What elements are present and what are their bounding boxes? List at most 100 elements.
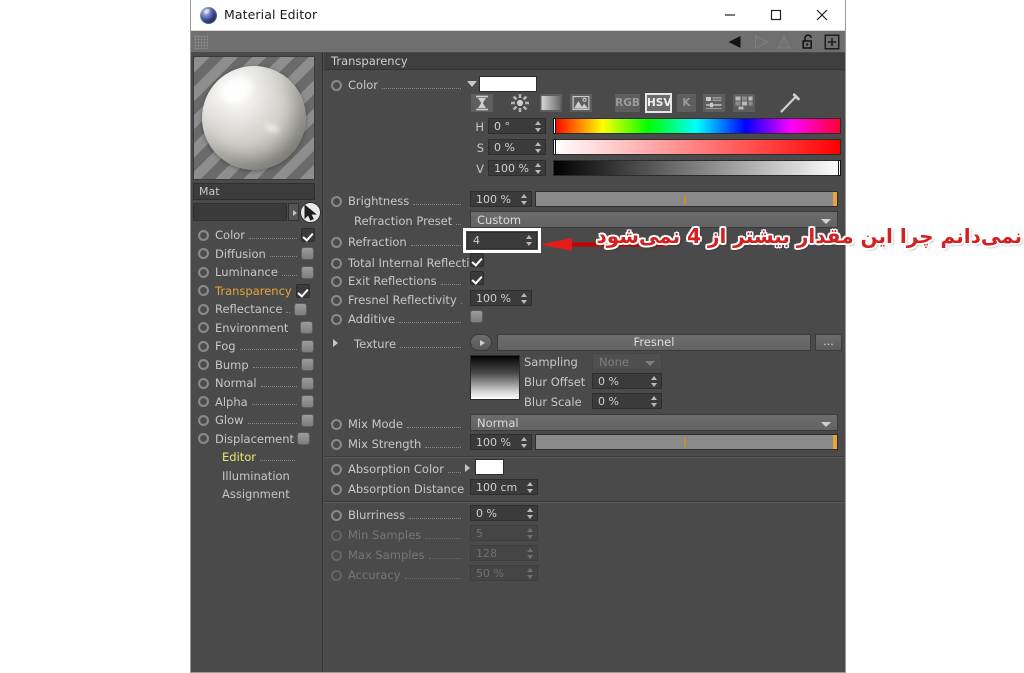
absorption-color-swatch[interactable] (475, 459, 504, 475)
expand-triangle-icon[interactable] (465, 464, 470, 472)
channel-checkbox[interactable] (301, 358, 314, 372)
spinner-icon[interactable] (651, 376, 658, 387)
unlock-icon[interactable] (798, 33, 817, 51)
tree-icon[interactable] (774, 33, 793, 51)
channel-radio-icon[interactable] (198, 266, 209, 278)
channel-row-reflectance[interactable]: Reflectance (191, 300, 323, 319)
maximize-button[interactable] (753, 0, 799, 30)
material-preview[interactable] (193, 56, 315, 180)
channel-radio-icon[interactable] (198, 433, 209, 445)
channel-row-fog[interactable]: Fog (191, 337, 323, 356)
spinner-icon[interactable] (521, 293, 528, 304)
texture-browse-button[interactable]: ... (815, 334, 842, 351)
image-icon[interactable] (569, 93, 593, 113)
spinner-icon[interactable] (535, 142, 542, 153)
search-dropdown-button[interactable] (288, 203, 299, 221)
mixer-icon[interactable] (702, 93, 726, 113)
eyedropper-icon[interactable] (776, 93, 804, 113)
blurriness-input[interactable]: 0 % (470, 505, 538, 521)
animate-radio-icon[interactable] (331, 294, 342, 306)
color-swatch[interactable] (479, 76, 537, 92)
back-arrow-icon[interactable] (726, 33, 745, 51)
spinner-icon[interactable] (521, 437, 528, 448)
blur-scale-input[interactable]: 0 % (592, 393, 662, 409)
channel-row-glow[interactable]: Glow (191, 411, 323, 430)
channel-row-color[interactable]: Color (191, 226, 323, 245)
hue-input[interactable]: 0 ° (488, 118, 546, 134)
absorption-distance-input[interactable]: 100 cm (470, 479, 538, 495)
animate-radio-icon[interactable] (331, 257, 342, 269)
channel-radio-icon[interactable] (198, 396, 209, 408)
channel-checkbox[interactable] (300, 321, 314, 335)
chevron-down-icon[interactable] (467, 81, 477, 87)
channel-checkbox[interactable] (301, 228, 315, 243)
material-name-field[interactable]: Mat (193, 183, 315, 200)
channel-checkbox[interactable] (301, 339, 314, 353)
range-icon[interactable] (470, 93, 494, 113)
search-input[interactable] (193, 203, 287, 221)
channel-row-luminance[interactable]: Luminance (191, 263, 323, 282)
animate-radio-icon[interactable] (331, 463, 342, 475)
animate-radio-icon[interactable] (331, 483, 342, 495)
minimize-button[interactable] (707, 0, 753, 30)
animate-radio-icon[interactable] (331, 275, 342, 287)
tir-checkbox[interactable] (470, 253, 484, 267)
channel-row-normal[interactable]: Normal (191, 374, 323, 393)
blur-offset-input[interactable]: 0 % (592, 373, 662, 389)
mix-strength-slider[interactable] (535, 434, 838, 450)
channel-checkbox[interactable] (301, 395, 314, 409)
saturation-handle[interactable] (553, 139, 556, 155)
refraction-input[interactable]: 4 (467, 232, 537, 249)
channel-radio-icon[interactable] (198, 414, 209, 426)
animate-radio-icon[interactable] (331, 438, 342, 450)
channel-checkbox[interactable] (301, 265, 314, 279)
sampling-dropdown[interactable]: None (592, 353, 662, 370)
palette-icon[interactable] (732, 93, 756, 113)
mix-strength-input[interactable]: 100 % (470, 434, 532, 450)
channel-radio-icon[interactable] (198, 303, 209, 315)
sidebar-item-illumination[interactable]: Illumination (191, 467, 323, 486)
animate-radio-icon[interactable] (331, 236, 342, 248)
exit-reflections-checkbox[interactable] (470, 271, 484, 285)
add-icon[interactable] (822, 33, 841, 51)
channel-checkbox[interactable] (301, 247, 314, 261)
channel-radio-icon[interactable] (198, 377, 209, 389)
saturation-input[interactable]: 0 % (488, 139, 546, 155)
close-button[interactable] (799, 0, 845, 30)
channel-checkbox[interactable] (301, 413, 314, 427)
animate-radio-icon[interactable] (331, 313, 342, 325)
channel-radio-icon[interactable] (198, 322, 209, 334)
slider-handle[interactable] (833, 192, 837, 206)
texture-play-button[interactable] (470, 334, 492, 351)
animate-radio-icon[interactable] (331, 195, 342, 207)
channel-checkbox[interactable] (297, 432, 311, 446)
spinner-icon[interactable] (535, 121, 542, 132)
channel-radio-icon[interactable] (198, 285, 209, 297)
forward-arrow-icon[interactable] (750, 33, 769, 51)
animate-radio-icon[interactable] (331, 509, 342, 521)
hue-handle[interactable] (553, 118, 556, 134)
channel-row-environment[interactable]: Environment (191, 319, 323, 338)
slider-handle[interactable] (833, 435, 837, 449)
sidebar-item-assignment[interactable]: Assignment (191, 485, 323, 504)
channel-row-displacement[interactable]: Displacement (191, 430, 323, 449)
mode-button-rgb[interactable]: RGB (614, 93, 641, 113)
saturation-gradient-slider[interactable] (553, 139, 841, 155)
channel-row-alpha[interactable]: Alpha (191, 393, 323, 412)
channel-checkbox[interactable] (301, 376, 314, 390)
channel-row-diffusion[interactable]: Diffusion (191, 245, 323, 264)
channel-checkbox[interactable] (294, 302, 308, 316)
value-gradient-slider[interactable] (553, 160, 841, 176)
mode-button-k[interactable]: K (676, 93, 697, 113)
channel-checkbox[interactable] (295, 283, 310, 298)
spinner-icon[interactable] (527, 508, 534, 519)
spinner-icon[interactable] (521, 194, 528, 205)
spinner-icon[interactable] (535, 163, 542, 174)
animate-radio-icon[interactable] (331, 418, 342, 430)
additive-checkbox[interactable] (470, 310, 483, 323)
texture-field[interactable]: Fresnel (497, 334, 811, 351)
channel-row-transparency[interactable]: Transparency (191, 282, 323, 301)
animate-radio-icon[interactable] (331, 79, 342, 91)
color-wheel-icon[interactable] (508, 93, 532, 113)
channel-radio-icon[interactable] (198, 229, 209, 241)
